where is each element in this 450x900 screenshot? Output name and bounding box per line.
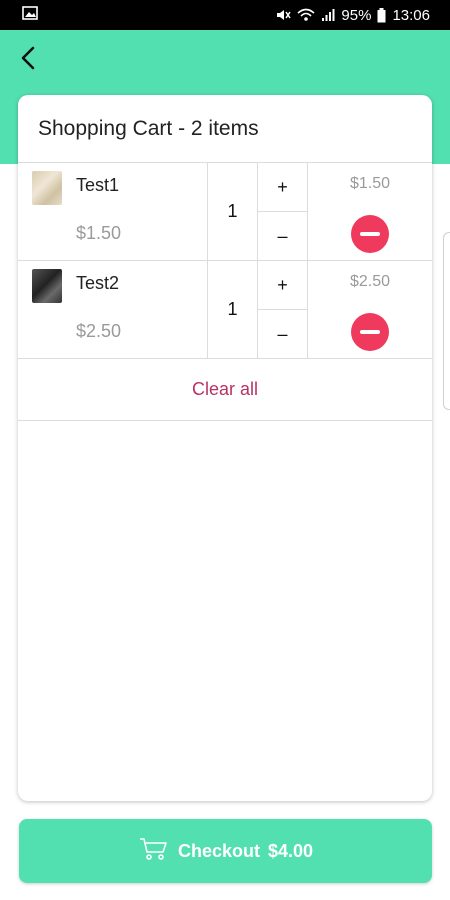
checkout-button[interactable]: Checkout $4.00 — [19, 819, 432, 883]
quantity-value: 1 — [208, 261, 258, 358]
product-cell: Test2 $2.50 — [18, 261, 208, 358]
line-total: $2.50 — [349, 273, 391, 290]
edge-panel-handle[interactable] — [443, 232, 450, 410]
product-unit-price: $1.50 — [76, 223, 122, 243]
minus-circle-icon — [360, 232, 380, 236]
status-bar: 95% 13:06 — [0, 0, 450, 30]
mute-icon — [275, 8, 292, 22]
gallery-icon — [22, 6, 38, 24]
quantity-value: 1 — [208, 163, 258, 260]
quantity-stepper: + – — [258, 261, 308, 358]
product-thumbnail — [32, 171, 62, 205]
back-button[interactable] — [12, 44, 44, 76]
checkout-label: Checkout — [177, 840, 260, 861]
decrement-button[interactable]: – — [258, 212, 307, 260]
line-total-cell: $2.50 — [308, 261, 432, 358]
cart-item-row: Test1 $1.50 1 + – $1.50 — [18, 163, 432, 261]
battery-percent: 95% — [341, 6, 372, 24]
clear-all-row: Clear all — [18, 359, 432, 421]
cart-icon — [138, 836, 170, 867]
decrement-button[interactable]: – — [258, 310, 307, 358]
product-name: Test2 — [76, 273, 120, 293]
product-name: Test1 — [76, 175, 120, 195]
increment-button[interactable]: + — [258, 163, 307, 212]
product-unit-price: $2.50 — [76, 321, 122, 341]
quantity-stepper: + – — [258, 163, 308, 260]
remove-item-button[interactable] — [351, 215, 389, 253]
wifi-icon — [297, 8, 315, 22]
clock: 13:06 — [392, 6, 430, 24]
line-total: $1.50 — [349, 175, 391, 192]
product-thumbnail — [32, 269, 62, 303]
remove-item-button[interactable] — [351, 313, 389, 351]
cart-card: Shopping Cart - 2 items Test1 $1.50 1 + … — [18, 95, 432, 801]
minus-circle-icon — [360, 330, 380, 334]
increment-button[interactable]: + — [258, 261, 307, 310]
product-cell: Test1 $1.50 — [18, 163, 208, 260]
signal-icon — [321, 8, 335, 22]
cart-item-row: Test2 $2.50 1 + – $2.50 — [18, 261, 432, 359]
checkout-total: $4.00 — [267, 840, 314, 861]
line-total-cell: $1.50 — [308, 163, 432, 260]
cart-title: Shopping Cart - 2 items — [18, 95, 432, 163]
back-arrow-icon — [18, 45, 38, 76]
clear-all-button[interactable]: Clear all — [192, 379, 258, 400]
battery-icon — [377, 7, 386, 23]
